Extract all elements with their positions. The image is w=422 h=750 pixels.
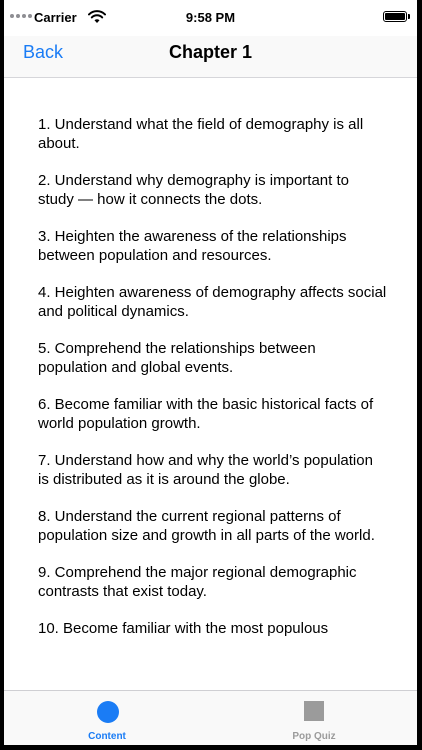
objective-item: 9. Comprehend the major regional demogra… — [38, 564, 357, 600]
objectives-list: 1. Understand what the field of demograp… — [4, 78, 417, 638]
navigation-bar: Back Chapter 1 — [4, 36, 417, 78]
objective-item: 3. Heighten the awareness of the relatio… — [38, 228, 347, 264]
battery-icon — [383, 11, 407, 22]
tab-label: Content — [88, 731, 126, 742]
tab-content[interactable]: Content — [4, 691, 210, 745]
objective-item: 7. Understand how and why the world’s po… — [38, 452, 373, 488]
status-bar: Carrier 9:58 PM — [4, 0, 417, 36]
objective-item: 8. Understand the current regional patte… — [38, 508, 375, 544]
battery-cap — [408, 14, 410, 19]
objective-item: 4. Heighten awareness of demography affe… — [38, 284, 387, 320]
tab-pop-quiz[interactable]: Pop Quiz — [211, 691, 417, 745]
page-title: Chapter 1 — [168, 42, 253, 62]
circle-icon — [97, 701, 119, 723]
objective-item: 2. Understand why demography is importan… — [38, 172, 349, 208]
square-icon — [304, 701, 324, 721]
objective-item: 5. Comprehend the relationships between … — [38, 340, 316, 376]
app-screen: Carrier 9:58 PM Back Chapter 1 1. Unders… — [4, 0, 417, 745]
chapter-content[interactable]: 1. Understand what the field of demograp… — [4, 78, 417, 661]
objective-item: 10. Become familiar with the most populo… — [38, 620, 329, 637]
tab-label: Pop Quiz — [292, 731, 336, 742]
tab-bar: Content Pop Quiz — [4, 690, 417, 745]
objective-item: 6. Become familiar with the basic histor… — [38, 396, 374, 432]
status-time: 9:58 PM — [185, 10, 236, 25]
objective-item: 1. Understand what the field of demograp… — [38, 116, 364, 152]
